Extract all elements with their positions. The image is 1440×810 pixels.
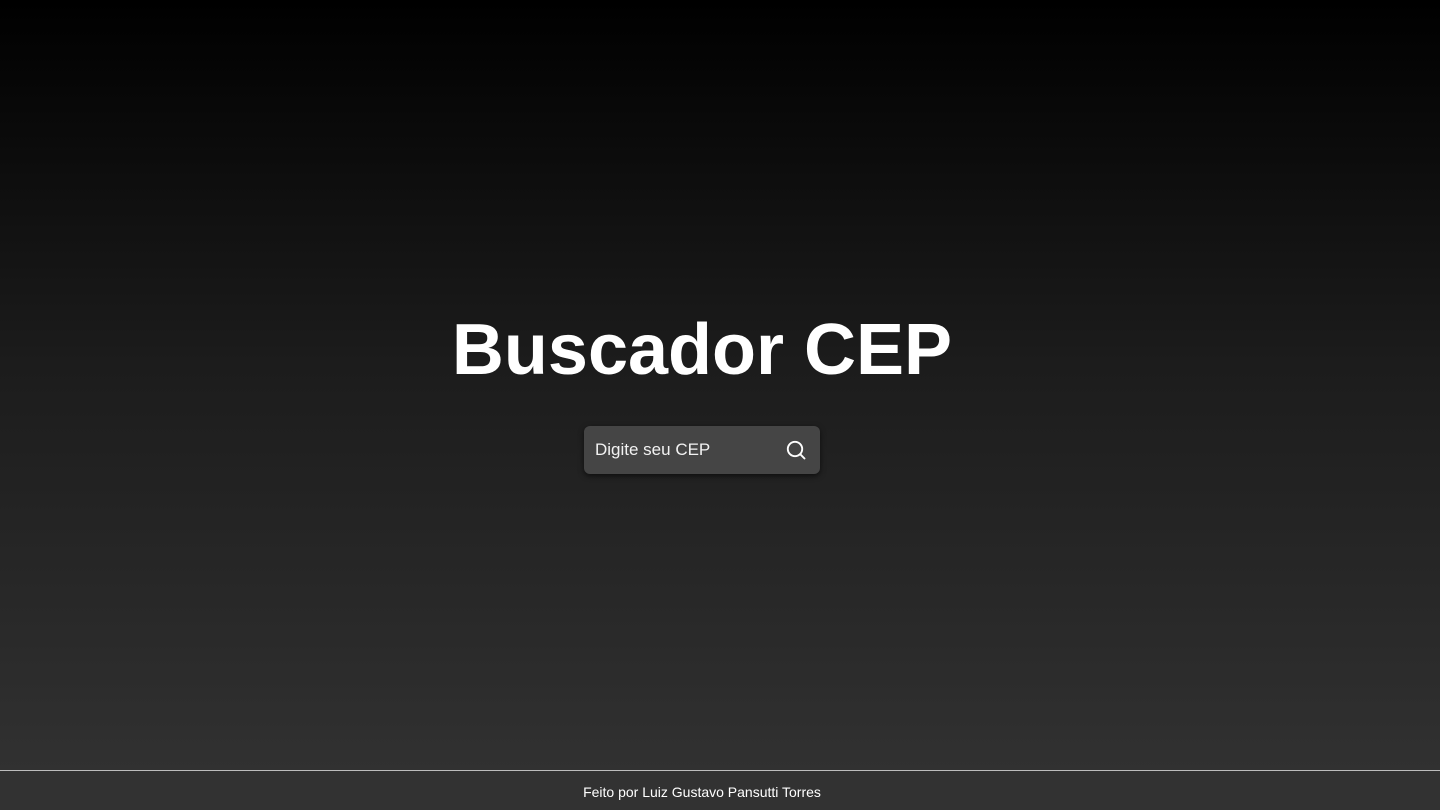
- footer: Feito por Luiz Gustavo Pansutti Torres: [0, 770, 1440, 810]
- footer-credit: Feito por Luiz Gustavo Pansutti Torres: [583, 784, 821, 800]
- page-title: Buscador CEP: [451, 310, 953, 390]
- main-content: Buscador CEP: [0, 0, 1440, 770]
- cep-search-form: [584, 426, 820, 474]
- search-icon: [782, 436, 810, 464]
- cep-input[interactable]: [584, 426, 780, 474]
- search-button[interactable]: [782, 436, 810, 464]
